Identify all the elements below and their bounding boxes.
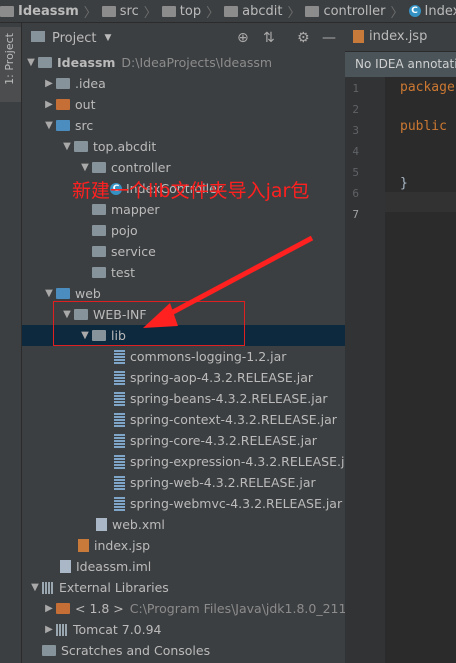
editor-notice: No IDEA annotatio <box>345 52 456 77</box>
line-number: 3 <box>352 124 359 137</box>
arrow-head <box>143 303 178 328</box>
current-line-highlight <box>385 192 456 212</box>
arrow-shaft <box>156 235 314 323</box>
line-number: 1 <box>352 82 359 95</box>
editor-tab[interactable]: index.jsp <box>345 23 456 52</box>
line-number: 5 <box>352 166 359 179</box>
line-number: 6 <box>352 187 359 200</box>
code-line-3[interactable]: public <box>400 119 447 134</box>
code-line-1[interactable]: package <box>400 80 455 95</box>
annotation-text: 新建一个lib文件夹导入jar包 <box>72 180 310 202</box>
line-number: 2 <box>352 103 359 116</box>
jsp-file-icon <box>353 30 364 43</box>
line-number: 4 <box>352 145 359 158</box>
line-number: 7 <box>352 208 359 221</box>
line-gutter: 1 2 3 4 5 6 7 <box>345 77 385 663</box>
code-line-6[interactable]: } <box>400 176 408 191</box>
